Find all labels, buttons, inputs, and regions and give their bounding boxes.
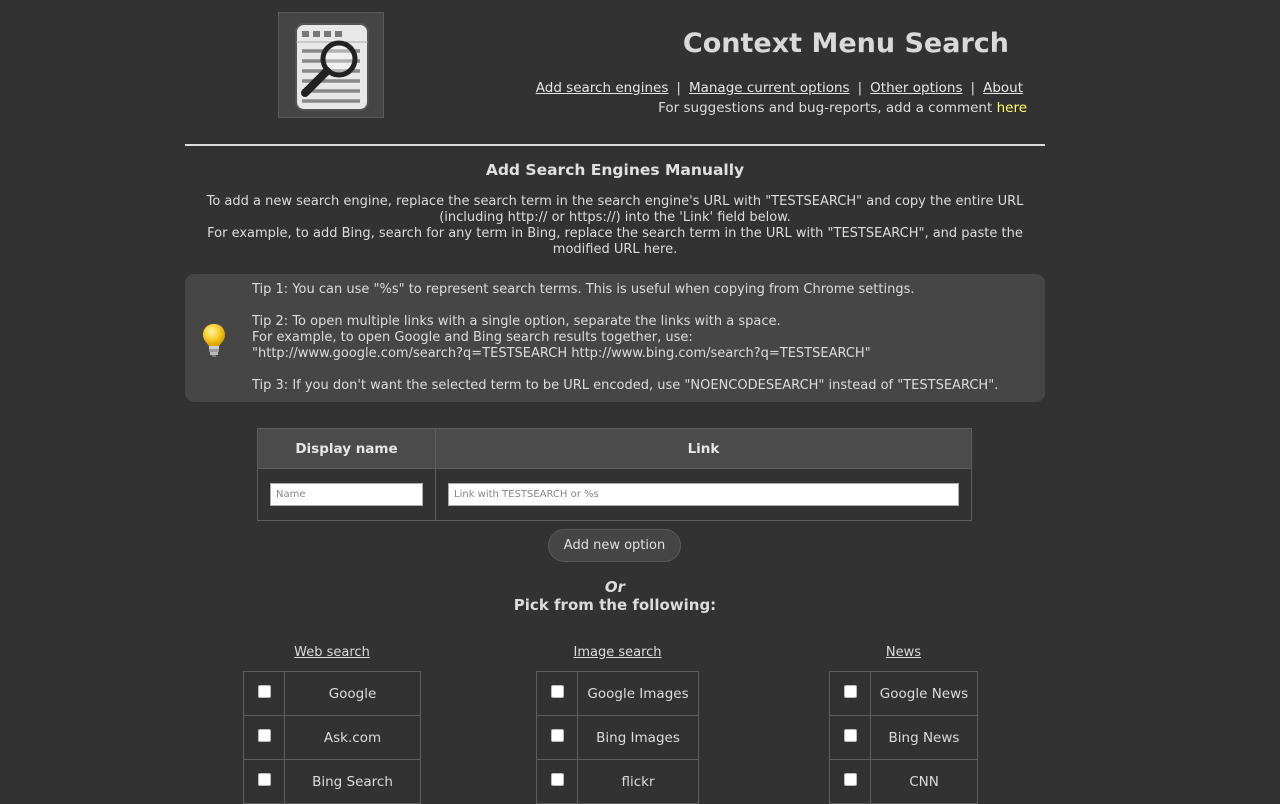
intro-line-2: For example, to add Bing, search for any… — [207, 226, 1023, 257]
engine-checkbox-bing-images[interactable] — [550, 729, 564, 742]
pick-title: Pick from the following: — [513, 596, 717, 614]
list-item: Bing News — [829, 715, 978, 760]
tip-2-line-1: Tip 2: To open multiple links with a sin… — [252, 314, 781, 329]
engine-checkbox-google[interactable] — [257, 685, 271, 698]
engine-label: Bing Images — [577, 715, 699, 760]
app-logo — [278, 12, 384, 118]
engine-checkbox-google-images[interactable] — [550, 685, 564, 698]
engine-checkbox-bing-news[interactable] — [843, 729, 857, 742]
list-item: flickr — [536, 759, 699, 804]
tip-3: Tip 3: If you don't want the selected te… — [252, 378, 999, 393]
lightbulb-icon — [203, 324, 225, 357]
nav-other-options[interactable]: Other options — [870, 80, 962, 96]
tip-2-line-2: For example, to open Google and Bing sea… — [252, 330, 693, 345]
section-title: Add Search Engines Manually — [485, 161, 745, 179]
engine-label: Google News — [870, 671, 978, 716]
engine-label: Ask.com — [284, 715, 421, 760]
nav-separator: | — [676, 80, 681, 96]
category-table-web-search: Google Ask.com Bing Search — [243, 671, 421, 804]
nav-manage-current-options[interactable]: Manage current options — [689, 80, 850, 96]
engine-label: flickr — [577, 759, 699, 804]
tip-2-line-3: "http://www.google.com/search?q=TESTSEAR… — [252, 346, 871, 361]
category-heading-image-search[interactable]: Image search — [536, 645, 699, 660]
add-new-option-button[interactable]: Add new option — [548, 529, 681, 562]
engine-checkbox-bing-search[interactable] — [257, 773, 271, 786]
category-heading-web-search[interactable]: Web search — [243, 645, 421, 660]
engine-label: Google Images — [577, 671, 699, 716]
add-engine-table: Display name Link — [257, 428, 972, 521]
feedback-text: For suggestions and bug-reports, add a c… — [658, 100, 997, 116]
engine-label: Google — [284, 671, 421, 716]
header-divider — [185, 144, 1045, 146]
nav-add-search-engines[interactable]: Add search engines — [536, 80, 669, 96]
tips-text: Tip 1: You can use "%s" to represent sea… — [252, 282, 998, 394]
list-item: Bing Search — [243, 759, 421, 804]
list-item: CNN — [829, 759, 978, 804]
engine-checkbox-ask[interactable] — [257, 729, 271, 742]
engine-label: Bing Search — [284, 759, 421, 804]
engine-label: CNN — [870, 759, 978, 804]
engine-label: Bing News — [870, 715, 978, 760]
category-table-image-search: Google Images Bing Images flickr — [536, 671, 699, 804]
top-nav: Add search engines | Manage current option… — [536, 80, 1023, 96]
tips-panel: Tip 1: You can use "%s" to represent sea… — [185, 274, 1045, 402]
intro-text: To add a new search engine, replace the … — [200, 194, 1030, 258]
list-item: Google Images — [536, 671, 699, 716]
nav-about[interactable]: About — [983, 80, 1023, 96]
or-label: Or — [604, 578, 626, 596]
column-header-display-name: Display name — [257, 428, 436, 469]
link-input[interactable] — [448, 483, 959, 506]
nav-separator: | — [857, 80, 863, 96]
feedback-link[interactable]: here — [997, 100, 1027, 116]
list-item: Google — [243, 671, 421, 716]
display-name-input[interactable] — [270, 483, 423, 506]
list-item: Ask.com — [243, 715, 421, 760]
engine-checkbox-google-news[interactable] — [843, 685, 857, 698]
category-heading-news[interactable]: News — [829, 645, 978, 660]
list-item: Google News — [829, 671, 978, 716]
engine-checkbox-flickr[interactable] — [550, 773, 564, 786]
tip-1: Tip 1: You can use "%s" to represent sea… — [252, 282, 915, 297]
engine-checkbox-cnn[interactable] — [843, 773, 857, 786]
list-item: Bing Images — [536, 715, 699, 760]
feedback-line: For suggestions and bug-reports, add a c… — [658, 100, 1027, 116]
category-table-news: Google News Bing News CNN — [829, 671, 978, 804]
document-magnifier-icon — [295, 23, 369, 111]
intro-line-1: To add a new search engine, replace the … — [206, 194, 1024, 225]
app-title: Context Menu Search — [682, 28, 1009, 59]
column-header-link: Link — [435, 428, 972, 469]
nav-separator: | — [970, 80, 976, 96]
